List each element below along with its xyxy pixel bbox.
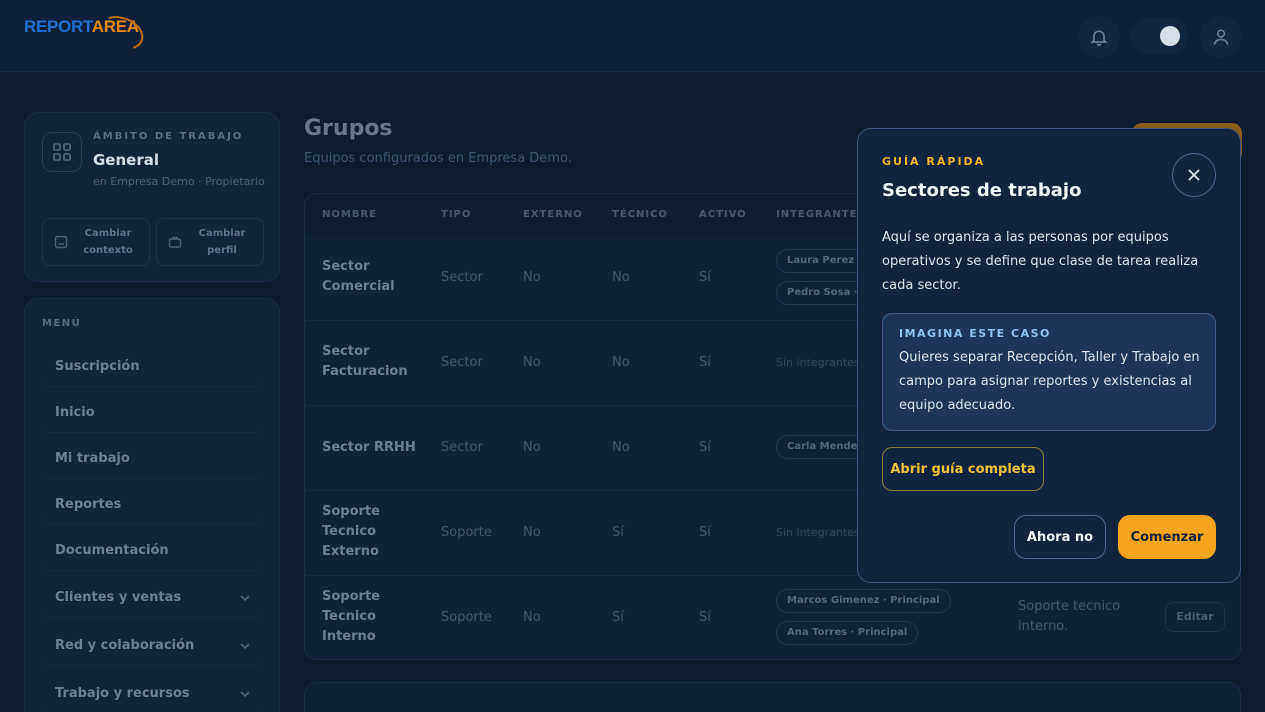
theme-toggle[interactable] <box>1130 18 1188 54</box>
group-external: No <box>523 525 541 540</box>
change-profile-button[interactable]: Cambiar perfil <box>156 218 264 266</box>
group-technical: Sí <box>612 525 624 540</box>
chevron-down-icon <box>240 642 250 649</box>
group-name: Sector Facturacion <box>322 344 408 379</box>
group-technical: No <box>612 270 630 285</box>
start-button[interactable]: Comenzar <box>1118 515 1216 559</box>
sidebar-item-trabajo-recursos[interactable]: Trabajo y recursos <box>42 674 264 712</box>
no-members-text: Sin integrantes <box>776 356 860 369</box>
grid-icon <box>42 132 82 172</box>
sidebar-item-label: Clientes y ventas <box>55 590 182 605</box>
group-type: Soporte <box>441 525 492 540</box>
profile-button[interactable] <box>1200 16 1242 58</box>
group-name: Soporte Tecnico Interno <box>322 589 380 644</box>
change-profile-label: Cambiar perfil <box>198 228 246 256</box>
sidebar-item-documentacion[interactable]: Documentación <box>42 531 264 571</box>
secondary-card <box>304 682 1241 712</box>
menu-kicker: MENÚ <box>42 318 82 329</box>
sidebar-item-clientes-ventas[interactable]: Clientes y ventas <box>42 578 264 618</box>
sidebar-item-label: Trabajo y recursos <box>55 686 190 701</box>
brand-part-report: REPORT <box>24 17 92 36</box>
user-icon <box>1213 29 1229 45</box>
context-subtitle: en Empresa Demo · Propietario <box>93 175 265 188</box>
close-icon <box>1188 169 1200 181</box>
chevron-down-icon <box>240 690 250 697</box>
group-active: Sí <box>699 525 711 540</box>
top-bar: REPORTAREA <box>0 0 1265 72</box>
quick-guide-dialog: GUÍA RÁPIDA Sectores de trabajo Aquí se … <box>857 128 1241 583</box>
dialog-title: Sectores de trabajo <box>882 180 1082 201</box>
column-header-externo[interactable]: EXTERNO <box>523 209 583 220</box>
group-type: Sector <box>441 440 483 455</box>
not-now-button[interactable]: Ahora no <box>1014 515 1106 559</box>
page-title: Grupos <box>304 116 393 141</box>
member-chip: Ana Torres · Principal <box>776 621 919 645</box>
context-actions: Cambiar contexto Cambiar perfil <box>42 218 264 266</box>
sidebar-item-label: Reportes <box>55 497 122 512</box>
sidebar-item-label: Inicio <box>55 405 95 420</box>
switch-icon <box>54 235 68 249</box>
member-chip: Pedro Sosa · <box>776 281 869 305</box>
no-members-text: Sin integrantes <box>776 526 860 539</box>
group-active: Sí <box>699 610 711 625</box>
case-text: Quieres separar Recepción, Taller y Trab… <box>899 350 1200 413</box>
sidebar-item-label: Red y colaboración <box>55 638 195 653</box>
sidebar-item-suscripcion[interactable]: Suscripción <box>42 347 264 387</box>
column-header-tipo[interactable]: TIPO <box>441 209 471 220</box>
column-header-tecnico[interactable]: TÉCNICO <box>612 209 668 220</box>
page-subtitle: Equipos configurados en Empresa Demo. <box>304 151 572 166</box>
group-name: Soporte Tecnico Externo <box>322 504 380 559</box>
group-type: Sector <box>441 355 483 370</box>
sidebar-menu: MENÚ Suscripción Inicio Mi trabajo Repor… <box>24 298 280 712</box>
column-header-integrantes[interactable]: INTEGRANTES <box>776 209 866 220</box>
group-external: No <box>523 610 541 625</box>
change-context-button[interactable]: Cambiar contexto <box>42 218 150 266</box>
group-external: No <box>523 440 541 455</box>
briefcase-icon <box>168 236 182 248</box>
case-kicker: IMAGINA ESTE CASO <box>899 327 1051 340</box>
group-technical: Sí <box>612 610 624 625</box>
sidebar-item-red-colaboracion[interactable]: Red y colaboración <box>42 626 264 666</box>
sidebar-item-label: Suscripción <box>55 359 140 374</box>
group-name: Sector Comercial <box>322 259 395 294</box>
member-chip: Marcos Gimenez · Principal <box>776 589 951 613</box>
group-active: Sí <box>699 440 711 455</box>
open-full-guide-button[interactable]: Abrir guía completa <box>882 447 1044 491</box>
group-type: Sector <box>441 270 483 285</box>
column-header-nombre[interactable]: NOMBRE <box>322 209 377 220</box>
dialog-body: Aquí se organiza a las personas por equi… <box>882 230 1199 293</box>
group-external: No <box>523 355 541 370</box>
group-active: Sí <box>699 270 711 285</box>
group-external: No <box>523 270 541 285</box>
example-case-box: IMAGINA ESTE CASO Quieres separar Recepc… <box>882 313 1216 431</box>
chevron-down-icon <box>240 594 250 601</box>
change-context-label: Cambiar contexto <box>83 228 133 256</box>
sidebar-item-inicio[interactable]: Inicio <box>42 393 264 433</box>
edit-button[interactable]: Editar <box>1165 602 1225 632</box>
context-kicker: ÁMBITO DE TRABAJO <box>93 131 244 142</box>
dialog-kicker: GUÍA RÁPIDA <box>882 155 986 168</box>
notifications-button[interactable] <box>1078 16 1120 58</box>
workspace-context-card: ÁMBITO DE TRABAJO General en Empresa Dem… <box>24 112 280 282</box>
context-title: General <box>93 151 159 169</box>
close-button[interactable] <box>1172 153 1216 197</box>
group-active: Sí <box>699 355 711 370</box>
bell-icon <box>1090 30 1108 47</box>
sidebar-item-label: Documentación <box>55 543 169 558</box>
group-technical: No <box>612 355 630 370</box>
table-row[interactable]: Soporte Tecnico Interno Soporte No Sí Sí… <box>305 576 1240 659</box>
group-type: Soporte <box>441 610 492 625</box>
moon-icon <box>1160 26 1180 46</box>
group-description: Soporte tecnico interno. <box>1018 599 1121 634</box>
sidebar-item-mi-trabajo[interactable]: Mi trabajo <box>42 439 264 479</box>
column-header-activo[interactable]: ACTIVO <box>699 209 747 220</box>
group-technical: No <box>612 440 630 455</box>
sidebar-item-reportes[interactable]: Reportes <box>42 485 264 525</box>
sidebar-item-label: Mi trabajo <box>55 451 130 466</box>
